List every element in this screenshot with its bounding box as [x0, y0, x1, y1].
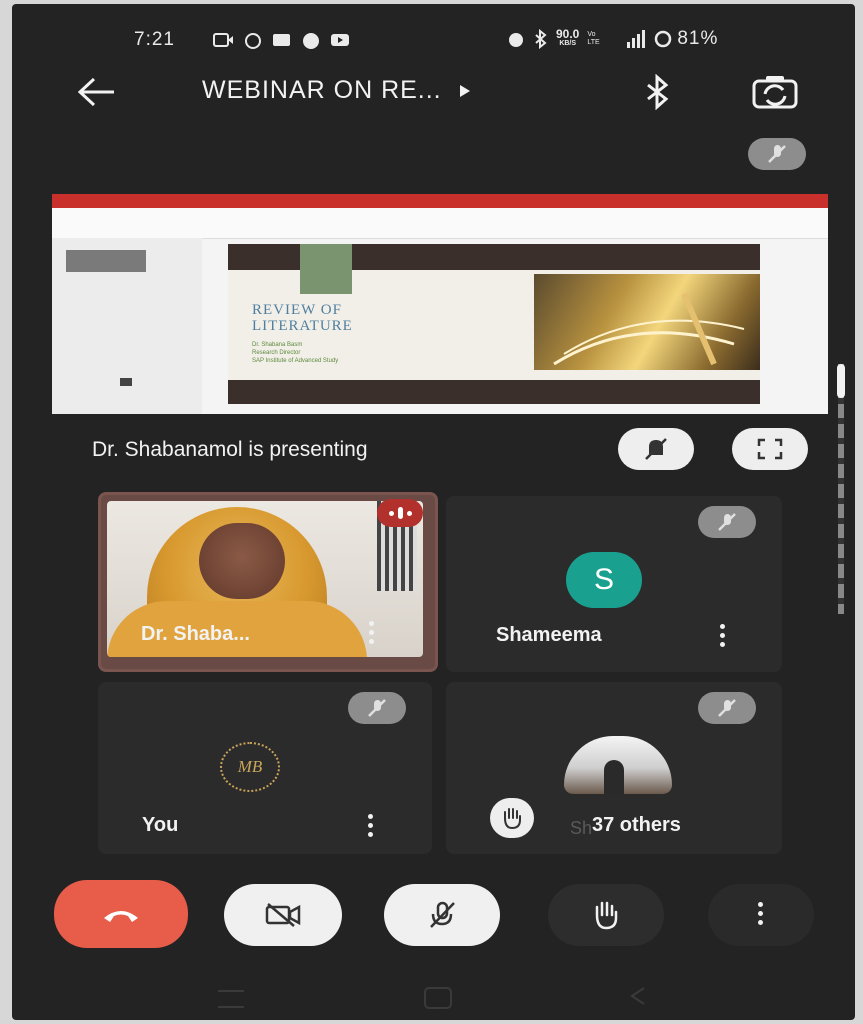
fullscreen-button[interactable]: [732, 428, 808, 470]
ppt-thumbnail-mark: [120, 378, 132, 386]
ppt-ribbon: [52, 194, 828, 208]
video-face: [199, 523, 285, 599]
back-button[interactable]: [74, 74, 118, 110]
presenter-muted-indicator: [748, 138, 806, 170]
speaking-indicator: [377, 499, 423, 527]
scrollbar-track[interactable]: [838, 364, 844, 614]
net-speed-value: 90.0: [556, 27, 580, 41]
slide-bottom-band: [228, 380, 760, 404]
participant-tile-shameema[interactable]: S Shameema: [446, 496, 782, 672]
shared-screen[interactable]: REVIEW OF LITERATURE Dr. Shabana Basm Re…: [52, 194, 828, 414]
arrow-left-icon: [77, 77, 114, 107]
slide: REVIEW OF LITERATURE Dr. Shabana Basm Re…: [228, 244, 760, 404]
mute-presentation-button[interactable]: [618, 428, 694, 470]
bluetooth-status-icon: [535, 29, 547, 49]
slide-subtitle-3: SAP Institute of Advanced Study: [252, 358, 339, 364]
speaker-off-icon: [645, 438, 667, 460]
profile-logo-text: MB: [237, 757, 263, 776]
tile-name-others: 37 others: [592, 814, 681, 836]
avatar-photo: [564, 736, 672, 794]
tile-menu-button[interactable]: [369, 621, 375, 648]
ppt-thumbnail-pane: [52, 238, 202, 414]
raise-hand-button[interactable]: [548, 884, 664, 946]
signal-icon: [627, 30, 646, 48]
net-speed-unit: KB/S: [559, 40, 577, 47]
audio-output-button[interactable]: [640, 73, 676, 111]
tile-name-presenter: Dr. Shaba...: [141, 623, 250, 645]
slide-book-image: [534, 274, 760, 370]
presenting-label: Dr. Shabanamol is presenting: [92, 438, 368, 461]
mic-off-icon: [718, 513, 736, 531]
mic-off-icon: [768, 145, 786, 163]
nav-back-button[interactable]: [628, 986, 648, 1006]
status-system-icons: 90.0 KB/S Vo LTE 81%: [506, 28, 718, 50]
nav-recents-button[interactable]: [218, 990, 244, 1008]
spotify-icon: [303, 33, 319, 49]
phone-screen: 7:21 90.0 KB/S Vo LTE 81% WEBINAR ON RE.…: [12, 4, 855, 1020]
camera-toggle-button[interactable]: [224, 884, 342, 946]
slide-green-block: [300, 244, 352, 294]
status-time: 7:21: [134, 29, 175, 50]
slide-title-line2: LITERATURE: [252, 318, 353, 334]
ppt-toolbar: [52, 208, 828, 239]
tile-menu-button[interactable]: [720, 624, 726, 651]
muted-indicator: [348, 692, 406, 724]
open-book-icon: [553, 292, 745, 366]
participant-tile-presenter[interactable]: Dr. Shaba...: [98, 492, 438, 672]
phone-hangup-icon: [104, 911, 138, 922]
tile-name-shameema: Shameema: [496, 624, 602, 646]
nav-home-button[interactable]: [424, 987, 452, 1009]
meeting-title-text: WEBINAR ON RE...: [202, 76, 442, 104]
hand-raise-icon: [504, 808, 521, 830]
profile-logo: MB: [220, 742, 280, 792]
slide-title-line1: REVIEW OF: [252, 302, 342, 318]
avatar: S: [566, 552, 642, 608]
fullscreen-icon: [757, 438, 783, 460]
avatar-photo-figure: [604, 760, 624, 794]
participant-tile-you[interactable]: MB You: [98, 682, 432, 854]
battery-percent: 81%: [677, 28, 719, 49]
whatsapp-icon: [245, 33, 261, 49]
mic-off-icon: [430, 901, 455, 928]
video-off-icon: [265, 903, 301, 927]
volte-label: Vo LTE: [587, 31, 600, 46]
mic-off-icon: [368, 699, 386, 717]
scrollbar-thumb[interactable]: [837, 364, 845, 398]
tile-name-you: You: [142, 814, 179, 836]
ppt-thumbnail: [66, 250, 146, 272]
muted-indicator: [698, 692, 756, 724]
battery-ring-icon: [655, 30, 672, 48]
avatar-initial: S: [593, 563, 614, 596]
gallery-icon: [273, 34, 290, 46]
bluetooth-icon: [647, 73, 669, 111]
alarm-icon: [509, 33, 523, 47]
more-options-button[interactable]: [708, 884, 814, 946]
mic-off-icon: [718, 699, 736, 717]
slide-subtitle-2: Research Director: [252, 350, 301, 356]
status-notification-icons: [212, 32, 350, 50]
slide-subtitle-1: Dr. Shabana Basm: [252, 342, 303, 348]
others-partial-name: Sh: [570, 818, 593, 838]
screen-cast-icon: [213, 33, 233, 47]
meeting-title[interactable]: WEBINAR ON RE...: [202, 76, 472, 105]
end-call-button[interactable]: [54, 880, 188, 948]
play-arrow-icon: [459, 84, 470, 97]
camera-switch-icon: [752, 76, 798, 109]
mic-toggle-button[interactable]: [384, 884, 500, 946]
hand-raise-icon: [595, 901, 618, 930]
youtube-icon: [331, 34, 349, 46]
more-vert-icon: [758, 901, 764, 929]
tile-menu-button[interactable]: [368, 814, 374, 841]
participant-tile-others[interactable]: Sh 37 others: [446, 682, 782, 854]
raised-hand-badge: [490, 798, 534, 838]
net-speed: 90.0 KB/S: [556, 27, 580, 48]
muted-indicator: [698, 506, 756, 538]
switch-camera-button[interactable]: [748, 72, 802, 112]
